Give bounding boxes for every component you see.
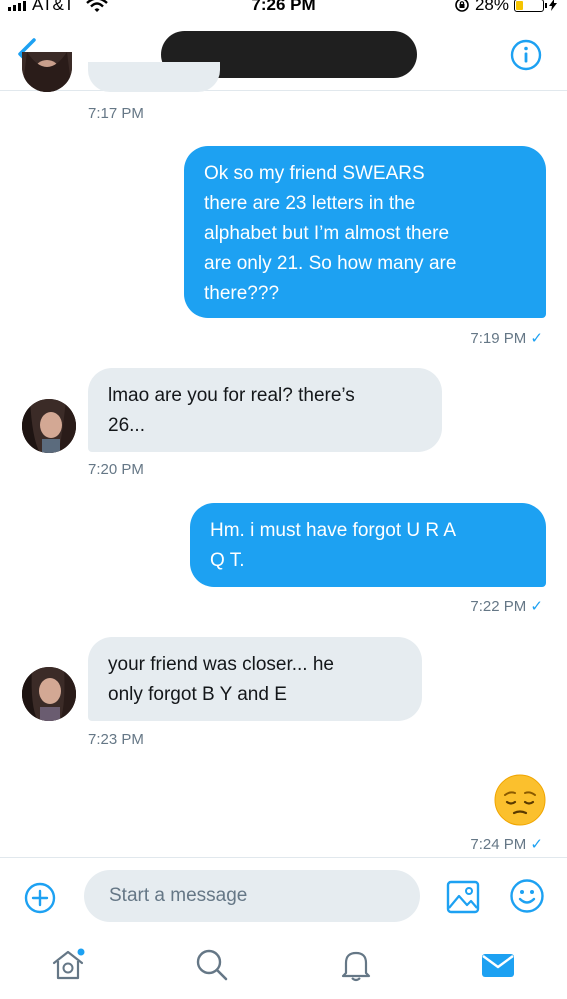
message-line: Ok so my friend SWEARS (204, 163, 425, 184)
status-bar: AT&T 7:26 PM 28% (0, 0, 567, 20)
notifications-bell-icon[interactable] (338, 947, 374, 983)
message-time: 7:24 PM (470, 836, 527, 853)
search-icon[interactable] (194, 947, 230, 983)
message-time-read: 7:22 PM ✓ (470, 597, 543, 615)
message-time: 7:23 PM (88, 731, 144, 748)
rotation-lock-icon (455, 0, 469, 12)
avatar (22, 667, 76, 721)
read-check-icon: ✓ (530, 330, 543, 347)
message-time: 7:17 PM (88, 105, 144, 122)
read-check-icon: ✓ (530, 598, 543, 615)
message-line: lmao are you for real? there’s (108, 385, 355, 406)
incoming-message-bubble[interactable]: lmao are you for real? there’s 26... (88, 368, 442, 452)
conversation-header (0, 20, 567, 91)
info-icon[interactable] (510, 39, 542, 71)
message-line: 26... (108, 415, 145, 436)
message-time: 7:19 PM (470, 330, 527, 347)
message-composer: Start a message (0, 857, 567, 936)
read-check-icon: ✓ (530, 836, 543, 853)
message-time-read: 7:24 PM ✓ (470, 835, 543, 853)
messages-envelope-icon[interactable] (480, 947, 516, 983)
photo-icon[interactable] (446, 880, 480, 914)
tab-bar (0, 935, 567, 999)
message-time: 7:22 PM (470, 598, 527, 615)
charging-icon (549, 0, 557, 11)
status-right: 28% (454, 0, 557, 15)
message-time: 7:20 PM (88, 461, 144, 478)
partial-message-bubble (88, 62, 220, 92)
incoming-message-bubble[interactable]: your friend was closer... he only forgot… (88, 637, 422, 721)
message-time-read: 7:19 PM ✓ (470, 329, 543, 347)
home-icon[interactable] (50, 947, 86, 983)
message-line: there are 23 letters in the (204, 193, 416, 214)
battery-percent: 28% (474, 0, 509, 14)
message-line: Q T. (210, 550, 245, 571)
pensive-face-icon[interactable] (494, 774, 546, 826)
outgoing-message-bubble[interactable]: Hm. i must have forgot U R A Q T. (190, 503, 546, 587)
message-line: there??? (204, 283, 280, 304)
message-input[interactable]: Start a message (84, 870, 420, 922)
avatar (22, 399, 76, 453)
message-line: only forgot B Y and E (108, 684, 287, 705)
message-line: are only 21. So how many are (204, 253, 457, 274)
message-line: alphabet but I’m almost there (204, 223, 450, 244)
message-line: your friend was closer... he (108, 654, 334, 675)
battery-icon (514, 0, 547, 12)
outgoing-message-bubble[interactable]: Ok so my friend SWEARS there are 23 lett… (184, 146, 546, 318)
message-line: Hm. i must have forgot U R A (210, 520, 457, 541)
add-plus-icon[interactable] (24, 882, 56, 914)
smiley-icon[interactable] (509, 878, 545, 914)
